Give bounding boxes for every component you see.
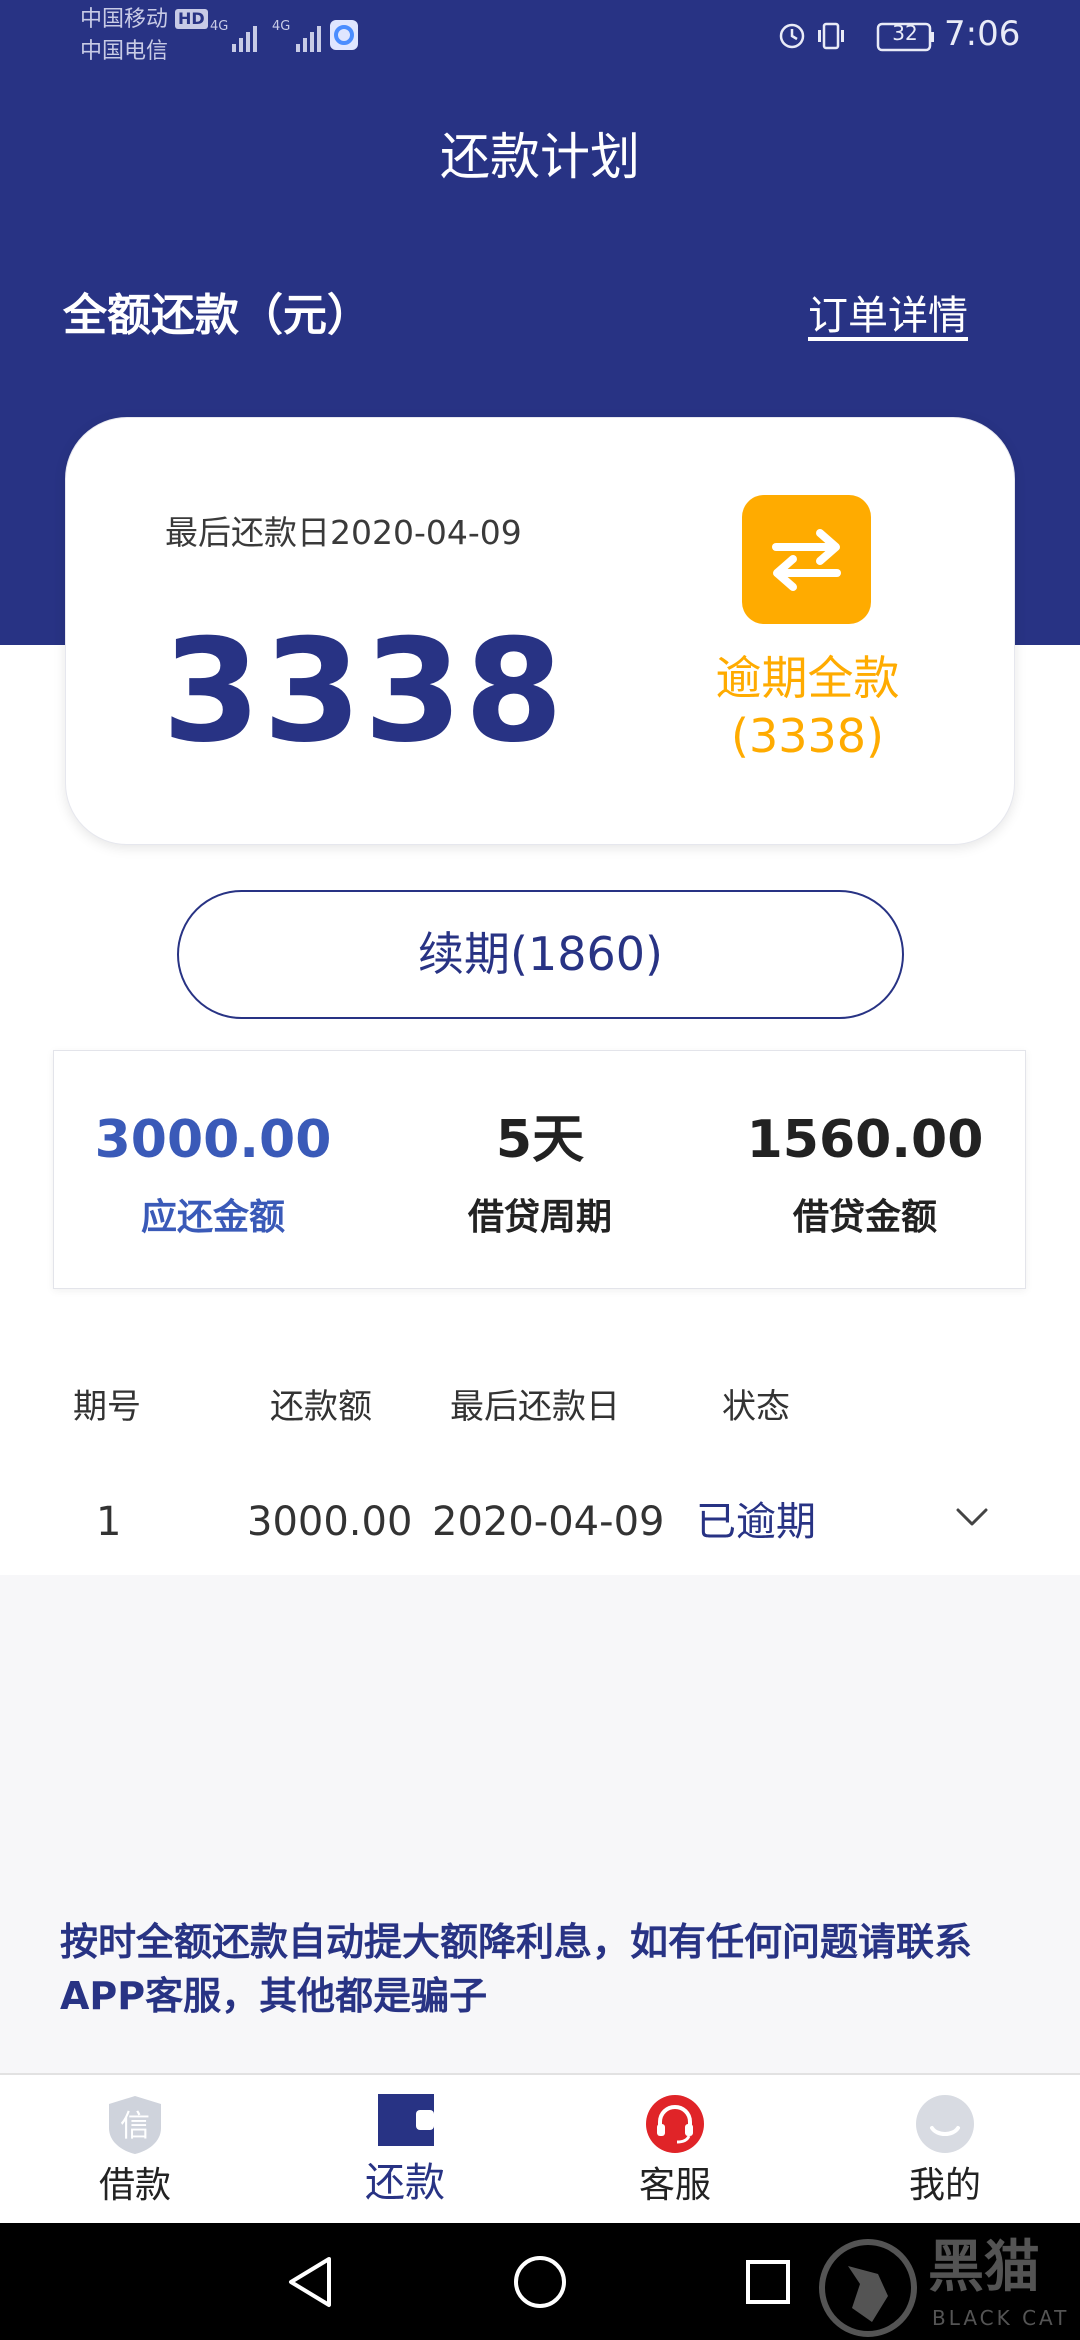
clock: 7:06 <box>944 14 1021 54</box>
order-details-link[interactable]: 订单详情 <box>808 290 968 342</box>
last-due-date: 最后还款日2020-04-09 <box>165 513 522 552</box>
repay-card-icon <box>378 2094 434 2150</box>
carrier-secondary: 中国电信 <box>80 39 169 64</box>
battery-level: 32 <box>892 21 918 45</box>
headset-icon <box>645 2094 705 2158</box>
back-icon[interactable] <box>285 2255 335 2313</box>
notice-text: 按时全额还款自动提大额降利息，如有任何问题请联系APP客服，其他都是骗子 <box>60 1920 973 2018</box>
shield-loan-icon: 信 <box>106 2094 164 2160</box>
svg-text:4G: 4G <box>272 19 290 34</box>
svg-text:信: 信 <box>120 2109 150 2144</box>
tab-label-loan: 借款 <box>98 2165 171 2206</box>
full-repayment-label: 全额还款（元） <box>63 290 371 341</box>
overdue-full-label[interactable]: 逾期全款 <box>690 650 925 706</box>
stat-label-period: 借贷周期 <box>467 1197 612 1238</box>
stat-value-due: 3000.00 <box>94 1110 332 1170</box>
table-header-status: 状态 <box>722 1387 790 1427</box>
row-status: 已逾期 <box>696 1499 816 1545</box>
page-title: 还款计划 <box>440 128 640 186</box>
repayment-amount: 3338 <box>162 609 566 774</box>
carrier-primary: 中国移动 HD <box>80 6 208 34</box>
table-header-due: 最后还款日 <box>450 1387 620 1427</box>
stat-label-loan: 借贷金额 <box>792 1197 937 1238</box>
watermark-text-en: BLACK CAT <box>932 2306 1070 2330</box>
tab-label-repay: 还款 <box>365 2160 445 2206</box>
watermark-text-cn: 黑猫 <box>928 2235 1040 2300</box>
hd-badge: HD <box>175 9 208 29</box>
overdue-full-amount[interactable]: (3338) <box>690 708 925 764</box>
signal-icon: 4G 4G <box>210 16 360 60</box>
stat-value-period: 5天 <box>495 1110 585 1170</box>
black-cat-watermark-logo: 黑猫 BLACK CAT <box>808 2226 1080 2340</box>
row-amount: 3000.00 <box>247 1499 413 1545</box>
stat-value-loan: 1560.00 <box>746 1110 984 1170</box>
row-period: 1 <box>96 1499 122 1545</box>
svg-text:4G: 4G <box>210 19 228 34</box>
tab-label-profile: 我的 <box>908 2165 981 2206</box>
table-header-period: 期号 <box>73 1387 141 1427</box>
table-header-amount: 还款额 <box>270 1387 372 1427</box>
swap-arrows-icon[interactable] <box>742 495 871 624</box>
tab-label-service: 客服 <box>638 2165 711 2206</box>
home-icon[interactable] <box>512 2254 568 2314</box>
smiley-profile-icon <box>915 2094 975 2158</box>
recents-icon[interactable] <box>744 2258 792 2310</box>
chevron-down-icon[interactable] <box>955 1505 989 1533</box>
row-due-date: 2020-04-09 <box>432 1499 665 1545</box>
renew-button[interactable]: 续期(1860) <box>177 890 904 1019</box>
stat-label-due: 应还金额 <box>140 1197 285 1238</box>
